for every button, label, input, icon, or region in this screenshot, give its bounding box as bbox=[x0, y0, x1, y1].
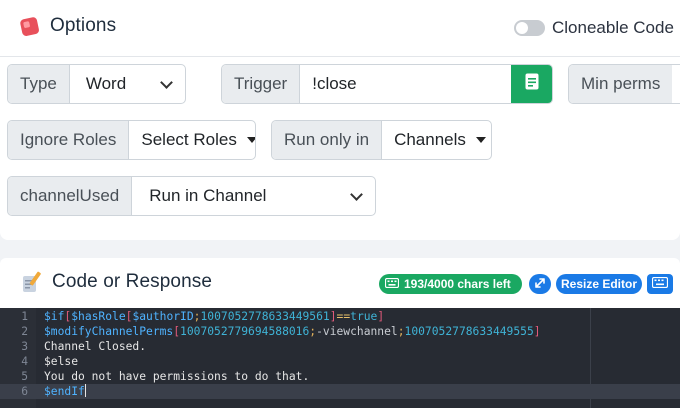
code-line[interactable]: 3 Channel Closed. bbox=[0, 339, 680, 354]
ignore-roles-dropdown[interactable]: Select Roles bbox=[129, 121, 255, 159]
code-token: $endIf bbox=[44, 385, 85, 398]
cloneable-code-toggle-wrap: Cloneable Code bbox=[514, 18, 680, 38]
trigger-label: Trigger bbox=[222, 65, 301, 103]
chars-left-badge: 193/4000 chars left bbox=[379, 274, 522, 294]
code-title: Code or Response bbox=[52, 271, 213, 292]
trigger-input[interactable]: !close bbox=[300, 65, 511, 103]
run-only-in-value: Channels bbox=[394, 130, 466, 149]
expand-editor-button[interactable] bbox=[529, 274, 551, 294]
chevron-down-icon bbox=[350, 187, 363, 201]
caret-down-icon bbox=[475, 137, 486, 143]
line-number: 1 bbox=[21, 310, 28, 323]
code-text: Channel Closed. bbox=[44, 340, 147, 353]
line-number: 3 bbox=[21, 340, 28, 353]
code-text: $modifyChannelPerms[1007052779694588016;… bbox=[44, 325, 541, 338]
ignore-roles-value: Select Roles bbox=[141, 130, 237, 149]
code-line[interactable]: 5 You do not have permissions to do that… bbox=[0, 369, 680, 384]
code-text: $if[$hasRole[$authorID;10070527786334495… bbox=[44, 310, 385, 323]
code-header: Code or Response bbox=[20, 270, 212, 294]
code-editor[interactable]: 1 $if[$hasRole[$authorID;100705277863344… bbox=[0, 308, 680, 408]
options-title: Options bbox=[50, 15, 117, 36]
pencil-paper-icon bbox=[20, 270, 44, 294]
chars-left-text: 193/4000 chars left bbox=[404, 277, 511, 291]
line-number: 6 bbox=[21, 385, 28, 398]
cloneable-code-toggle[interactable] bbox=[514, 20, 545, 36]
keyboard-icon bbox=[651, 276, 669, 291]
code-text: $endIf bbox=[44, 384, 86, 399]
document-icon bbox=[525, 73, 539, 95]
channel-used-select[interactable]: Run in Channel bbox=[132, 177, 375, 215]
code-text: $else bbox=[44, 355, 79, 368]
type-value: Word bbox=[85, 74, 127, 93]
channel-used-value: Run in Channel bbox=[149, 186, 267, 205]
resize-editor-button[interactable]: Resize Editor bbox=[556, 274, 642, 294]
code-text: You do not have permissions to do that. bbox=[44, 370, 310, 383]
trigger-document-button[interactable] bbox=[511, 65, 552, 103]
run-only-in-dropdown[interactable]: Channels bbox=[382, 121, 491, 159]
code-line-active[interactable]: 6 $endIf bbox=[0, 384, 680, 399]
min-perms-label: Min perms bbox=[569, 65, 673, 103]
code-line[interactable]: 4 $else bbox=[0, 354, 680, 369]
chevron-down-icon bbox=[160, 75, 173, 89]
type-field-group: Type Word bbox=[7, 64, 186, 104]
type-label: Type bbox=[8, 65, 70, 103]
channel-used-label: channelUsed bbox=[8, 177, 133, 215]
cloneable-code-label: Cloneable Code bbox=[552, 18, 674, 37]
run-only-in-label: Run only in bbox=[272, 121, 383, 159]
ignore-roles-label: Ignore Roles bbox=[8, 121, 130, 159]
text-cursor bbox=[84, 384, 86, 397]
keyboard-icon bbox=[384, 277, 400, 291]
code-line[interactable]: 1 $if[$hasRole[$authorID;100705277863344… bbox=[0, 309, 680, 324]
min-perms-field-group: Min perms bbox=[568, 64, 680, 104]
options-cube-icon bbox=[18, 14, 42, 38]
run-only-in-field-group: Run only in Channels bbox=[271, 120, 492, 160]
code-line[interactable]: 2 $modifyChannelPerms[100705277969458801… bbox=[0, 324, 680, 339]
keyboard-button[interactable] bbox=[647, 274, 673, 294]
expand-arrows-icon bbox=[534, 277, 546, 292]
line-number: 2 bbox=[21, 325, 28, 338]
line-number: 5 bbox=[21, 370, 28, 383]
options-divider bbox=[0, 56, 680, 57]
trigger-field-group: Trigger !close bbox=[221, 64, 553, 104]
caret-down-icon bbox=[246, 137, 255, 143]
ignore-roles-field-group: Ignore Roles Select Roles bbox=[7, 120, 256, 160]
options-header: Options bbox=[18, 14, 116, 38]
type-select[interactable]: Word bbox=[70, 65, 185, 103]
line-number: 4 bbox=[21, 355, 28, 368]
channel-used-field-group: channelUsed Run in Channel bbox=[7, 176, 376, 216]
